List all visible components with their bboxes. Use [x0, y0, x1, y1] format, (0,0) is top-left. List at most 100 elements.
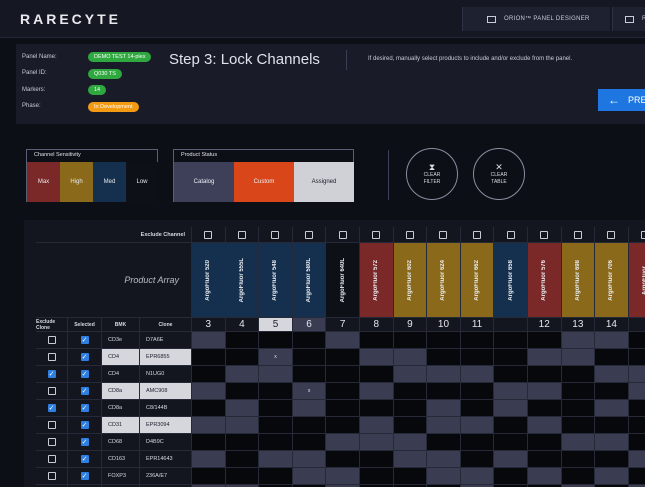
assignment-cell[interactable]	[628, 366, 645, 383]
assignment-cell[interactable]	[427, 434, 461, 451]
exclude-channel-checkbox[interactable]	[473, 230, 482, 239]
assignment-cell[interactable]	[359, 383, 394, 400]
selected-checkbox[interactable]: ✓	[80, 353, 89, 361]
assignment-cell[interactable]	[292, 451, 327, 468]
assignment-cell[interactable]	[326, 383, 360, 400]
assignment-cell[interactable]	[192, 468, 226, 485]
assignment-cell[interactable]	[393, 434, 428, 451]
assignment-cell[interactable]	[527, 366, 562, 383]
assignment-cell[interactable]	[225, 400, 260, 417]
exclude-clone-checkbox[interactable]	[47, 438, 56, 446]
assignment-cell[interactable]	[359, 451, 394, 468]
nav-tab-secondary[interactable]: R	[612, 7, 645, 31]
assignment-cell[interactable]	[225, 451, 260, 468]
assignment-cell[interactable]	[595, 451, 629, 468]
status-catalog[interactable]: Catalog	[174, 162, 234, 202]
assignment-cell[interactable]: x	[292, 383, 327, 400]
assignment-cell[interactable]	[494, 332, 528, 349]
assignment-cell[interactable]	[427, 417, 461, 434]
assignment-cell[interactable]	[192, 417, 226, 434]
clear-filter-button[interactable]: ⧗ CLEAR FILTER	[406, 148, 458, 200]
assignment-cell[interactable]	[259, 366, 293, 383]
assignment-cell[interactable]	[393, 417, 428, 434]
assignment-cell[interactable]	[561, 383, 596, 400]
assignment-cell[interactable]	[427, 366, 461, 383]
assignment-cell[interactable]	[561, 349, 596, 366]
exclude-channel-checkbox[interactable]	[305, 230, 314, 239]
assignment-cell[interactable]	[427, 468, 461, 485]
assignment-cell[interactable]	[225, 349, 260, 366]
assignment-cell[interactable]	[326, 332, 360, 349]
assignment-cell[interactable]	[595, 468, 629, 485]
assignment-cell[interactable]	[460, 451, 495, 468]
assignment-cell[interactable]	[326, 400, 360, 417]
exclude-channel-checkbox[interactable]	[540, 230, 549, 239]
assignment-cell[interactable]	[460, 400, 495, 417]
assignment-cell[interactable]	[259, 417, 293, 434]
exclude-channel-checkbox[interactable]	[204, 230, 213, 239]
assignment-cell[interactable]	[359, 468, 394, 485]
assignment-cell[interactable]	[527, 417, 562, 434]
assignment-cell[interactable]	[192, 332, 226, 349]
assignment-cell[interactable]	[628, 332, 645, 349]
assignment-cell[interactable]	[225, 434, 260, 451]
assignment-cell[interactable]	[561, 366, 596, 383]
assignment-cell[interactable]	[460, 383, 495, 400]
assignment-cell[interactable]	[225, 417, 260, 434]
assignment-cell[interactable]	[292, 400, 327, 417]
exclude-channel-checkbox[interactable]	[573, 230, 582, 239]
assignment-cell[interactable]	[494, 366, 528, 383]
assignment-cell[interactable]	[192, 400, 226, 417]
assignment-cell[interactable]	[192, 366, 226, 383]
assignment-cell[interactable]	[359, 332, 394, 349]
selected-checkbox[interactable]: ✓	[80, 404, 89, 412]
assignment-cell[interactable]	[527, 434, 562, 451]
assignment-cell[interactable]	[460, 366, 495, 383]
assignment-cell[interactable]	[494, 349, 528, 366]
assignment-cell[interactable]	[494, 417, 528, 434]
assignment-cell[interactable]	[494, 400, 528, 417]
assignment-cell[interactable]	[393, 332, 428, 349]
sensitivity-high[interactable]: High	[60, 162, 93, 202]
assignment-cell[interactable]	[460, 332, 495, 349]
selected-checkbox[interactable]: ✓	[80, 472, 89, 480]
sensitivity-max[interactable]: Max	[27, 162, 60, 202]
exclude-channel-checkbox[interactable]	[338, 230, 347, 239]
assignment-cell[interactable]	[494, 434, 528, 451]
assignment-cell[interactable]	[527, 349, 562, 366]
assignment-cell[interactable]	[192, 383, 226, 400]
assignment-cell[interactable]	[326, 451, 360, 468]
assignment-cell[interactable]	[292, 349, 327, 366]
assignment-cell[interactable]	[393, 366, 428, 383]
assignment-cell[interactable]	[359, 434, 394, 451]
assignment-cell[interactable]	[427, 451, 461, 468]
assignment-cell[interactable]	[460, 417, 495, 434]
status-assigned[interactable]: Assigned	[294, 162, 354, 202]
assignment-cell[interactable]	[192, 451, 226, 468]
assignment-cell[interactable]	[494, 383, 528, 400]
assignment-cell[interactable]	[460, 434, 495, 451]
assignment-cell[interactable]	[595, 417, 629, 434]
assignment-cell[interactable]	[225, 383, 260, 400]
assignment-cell[interactable]	[561, 332, 596, 349]
exclude-channel-checkbox[interactable]	[607, 230, 616, 239]
assignment-cell[interactable]	[259, 400, 293, 417]
assignment-cell[interactable]	[259, 434, 293, 451]
assignment-cell[interactable]	[527, 332, 562, 349]
assignment-cell[interactable]	[393, 383, 428, 400]
exclude-channel-checkbox[interactable]	[405, 230, 414, 239]
exclude-clone-checkbox[interactable]	[47, 472, 56, 480]
assignment-cell[interactable]	[561, 468, 596, 485]
assignment-cell[interactable]: x	[259, 349, 293, 366]
status-custom[interactable]: Custom	[234, 162, 294, 202]
assignment-cell[interactable]	[628, 383, 645, 400]
assignment-cell[interactable]	[527, 383, 562, 400]
exclude-clone-checkbox[interactable]	[47, 421, 56, 429]
assignment-cell[interactable]	[527, 451, 562, 468]
assignment-cell[interactable]	[427, 400, 461, 417]
assignment-cell[interactable]	[561, 400, 596, 417]
assignment-cell[interactable]	[595, 366, 629, 383]
sensitivity-med[interactable]: Med	[93, 162, 126, 202]
assignment-cell[interactable]	[561, 451, 596, 468]
selected-checkbox[interactable]: ✓	[80, 336, 89, 344]
